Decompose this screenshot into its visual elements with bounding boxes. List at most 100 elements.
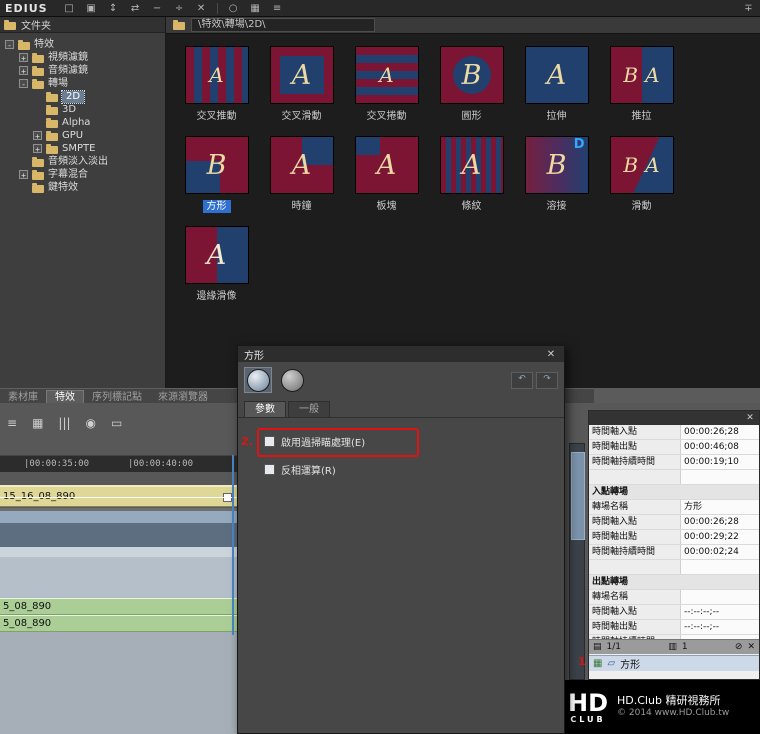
row-label: 出點轉場 <box>589 575 759 589</box>
split-view-icon[interactable]: ÷ <box>173 1 186 16</box>
effect-tile-stretch[interactable]: A 拉伸 <box>514 46 599 123</box>
table-row: 時間軸出點00:00:46;08 <box>589 440 759 455</box>
thumb-letter: A <box>207 242 227 269</box>
capture-icon[interactable]: ↕ <box>107 1 120 16</box>
close-window-icon[interactable]: ✕ <box>195 1 208 16</box>
clip-name: 5_08_890 <box>3 618 51 629</box>
effect-name: 交叉推動 <box>197 110 237 123</box>
tree-item-transitions[interactable]: - 轉場 <box>0 77 165 90</box>
video-clip[interactable]: 15_16_08_890 <box>0 485 237 507</box>
effect-tile-border-wipe[interactable]: A 邊緣滑像 <box>174 226 259 303</box>
redo-icon[interactable]: ↷ <box>536 372 558 389</box>
dialog-body: 2. 啟用過掃瞄處理(E) 反相運算(R) <box>238 418 564 477</box>
preview-b-slot[interactable] <box>278 367 306 393</box>
disable-effect-icon[interactable]: ⊘ <box>735 642 743 652</box>
open-project-icon[interactable]: ▣ <box>85 1 98 16</box>
tree-label: 視頻濾鏡 <box>48 52 88 64</box>
effect-tile-circle[interactable]: B 圓形 <box>429 46 514 123</box>
titlebar-right-icon[interactable]: ∓ <box>742 1 755 16</box>
table-row: 時間軸出點00:00:29;22 <box>589 530 759 545</box>
tree-item-keyers[interactable]: 鍵特效 <box>0 181 165 194</box>
track-layout-icon[interactable]: ▦ <box>32 415 43 431</box>
applied-effect-row[interactable]: ▦ ▱ 方形 <box>589 655 759 671</box>
export-icon[interactable]: ⇄ <box>129 1 142 16</box>
tree-item-audio-filters[interactable]: + 音頻濾鏡 <box>0 64 165 77</box>
information-titlebar: ✕ <box>589 411 759 425</box>
timeline-vertical-scrollbar[interactable] <box>569 443 585 680</box>
tree-item-2d[interactable]: 2D <box>0 90 165 103</box>
invert-checkbox[interactable] <box>264 464 275 475</box>
track-lane[interactable] <box>0 632 237 734</box>
tree-item-audio-fade[interactable]: 音頻淡入淡出 <box>0 155 165 168</box>
effect-tile-cross-push[interactable]: A 交叉推動 <box>174 46 259 123</box>
expander-icon[interactable]: + <box>19 53 28 62</box>
dialog-titlebar[interactable]: 方形 ✕ <box>238 346 564 362</box>
timeline-menu-icon[interactable]: ≡ <box>7 415 17 431</box>
scrollbar-thumb[interactable] <box>571 452 585 540</box>
expander-icon[interactable]: + <box>19 170 28 179</box>
tree-item-smpte[interactable]: + SMPTE <box>0 142 165 155</box>
monitor-icon[interactable]: ▭ <box>111 415 122 431</box>
close-icon[interactable]: ✕ <box>744 413 756 423</box>
expander-icon[interactable]: + <box>33 131 42 140</box>
effect-tile-slide[interactable]: B A 滑動 <box>599 136 684 213</box>
audio-clip[interactable]: 5_08_890 <box>0 615 237 632</box>
playhead[interactable] <box>232 455 234 635</box>
record-icon[interactable]: ◉ <box>86 415 96 431</box>
overscan-checkbox[interactable] <box>264 436 275 447</box>
effect-tile-blocks[interactable]: A 板塊 <box>344 136 429 213</box>
tab-general[interactable]: 一般 <box>288 401 330 417</box>
tab-effects[interactable]: 特效 <box>46 390 84 404</box>
sync-icon[interactable]: ○ <box>227 1 240 16</box>
transition-preview-alt-icon <box>281 369 304 392</box>
effect-thumbnail: B <box>440 46 504 104</box>
tree-label: 特效 <box>34 39 54 51</box>
tree-item-alpha[interactable]: Alpha <box>0 116 165 129</box>
delete-effect-icon[interactable]: ✕ <box>747 642 755 652</box>
undo-icon[interactable]: ↶ <box>511 372 533 389</box>
effects-browser: \特效\轉場\2D\ A 交叉推動 A 交叉滑動 A 交叉捲動 <box>166 17 760 388</box>
effect-thumbnail: A <box>355 136 419 194</box>
tree-item-effects[interactable]: - 特效 <box>0 38 165 51</box>
thumb-letter: A <box>292 152 312 179</box>
thumb-letter: A <box>645 155 659 175</box>
mixer-icon[interactable]: ||| <box>58 415 70 431</box>
effect-tile-clock[interactable]: A 時鐘 <box>259 136 344 213</box>
keyframe-handle[interactable] <box>223 493 232 502</box>
preview-a-slot[interactable] <box>244 367 272 393</box>
tree-item-video-filters[interactable]: + 視頻濾鏡 <box>0 51 165 64</box>
audio-clip[interactable]: 5_08_890 <box>0 598 237 615</box>
row-value <box>681 560 759 574</box>
table-row <box>589 560 759 575</box>
effect-tile-cross-roll[interactable]: A 交叉捲動 <box>344 46 429 123</box>
tree-item-title-mixer[interactable]: + 字幕混合 <box>0 168 165 181</box>
default-badge: D <box>574 137 585 152</box>
transition-settings-dialog: 方形 ✕ ↶ ↷ 參數 一般 2. 啟用過掃瞄處理(E) <box>237 345 565 734</box>
tree-label: 轉場 <box>48 78 68 90</box>
tree-item-3d[interactable]: 3D <box>0 103 165 116</box>
menu-icon[interactable]: ≡ <box>271 1 284 16</box>
row-label: 時間軸入點 <box>589 515 681 529</box>
expander-icon[interactable]: + <box>19 66 28 75</box>
tab-parameters[interactable]: 參數 <box>244 401 286 417</box>
tree-item-gpu[interactable]: + GPU <box>0 129 165 142</box>
new-project-icon[interactable]: □ <box>63 1 76 16</box>
titlebar: EDIUS □ ▣ ↕ ⇄ − ÷ ✕ ○ ▦ ≡ ∓ <box>0 0 760 17</box>
expander-icon[interactable]: + <box>33 144 42 153</box>
close-icon[interactable]: ✕ <box>544 349 558 360</box>
minimize-icon[interactable]: − <box>151 1 164 16</box>
expander-icon[interactable]: - <box>19 79 28 88</box>
layout-grid-icon[interactable]: ▦ <box>249 1 262 16</box>
effect-tile-cross-slide[interactable]: A 交叉滑動 <box>259 46 344 123</box>
effect-tile-stripes[interactable]: A 條紋 <box>429 136 514 213</box>
track-lane[interactable] <box>0 557 237 599</box>
effect-tile-push[interactable]: B A 推拉 <box>599 46 684 123</box>
information-table: 時間軸入點00:00:26;28 時間軸出點00:00:46;08 時間軸持續時… <box>589 425 759 650</box>
track-lane[interactable] <box>0 523 237 548</box>
expander-icon[interactable]: - <box>5 40 14 49</box>
clip-name: 5_08_890 <box>3 601 51 612</box>
effect-tile-dissolve[interactable]: D B 溶接 <box>514 136 599 213</box>
timeline-ruler[interactable]: |00:00:35:00 |00:00:40:00 <box>0 455 237 472</box>
effect-tile-square[interactable]: B 方形 <box>174 136 259 213</box>
effect-name: 交叉捲動 <box>367 110 407 123</box>
